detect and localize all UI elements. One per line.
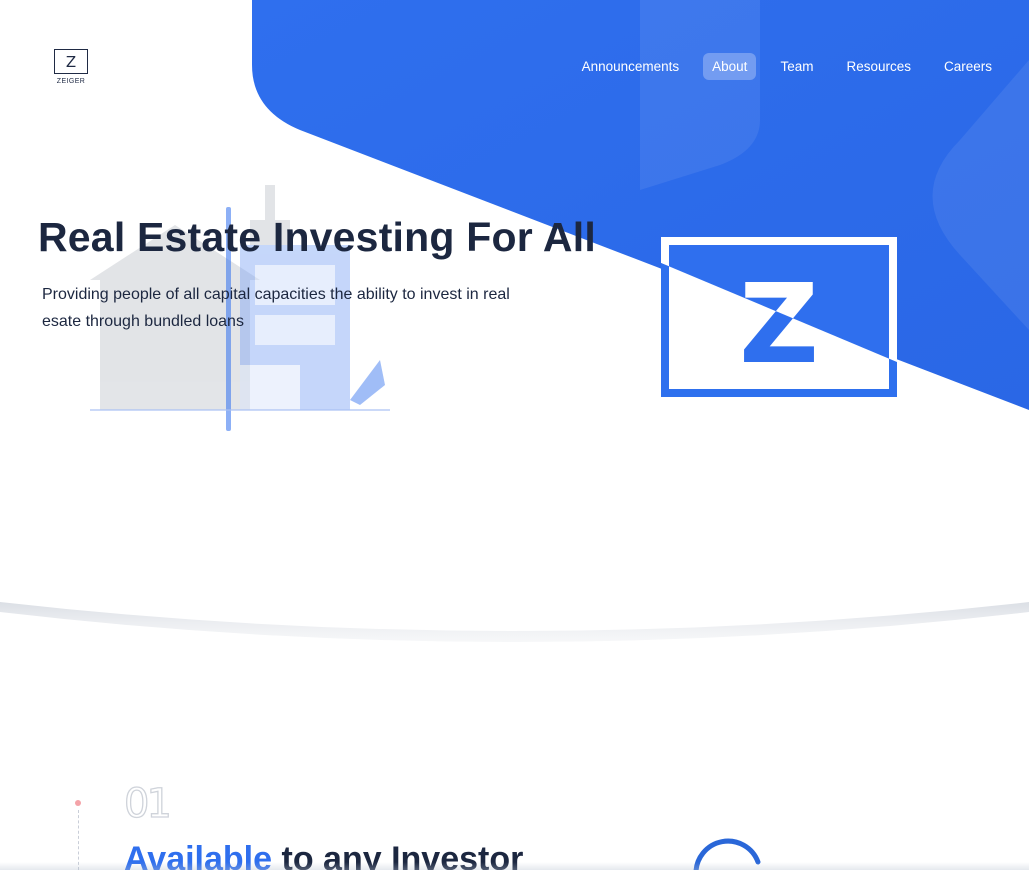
zeiger-logo-icon: Z xyxy=(54,49,88,74)
nav-item-team[interactable]: Team xyxy=(771,53,822,80)
nav-item-about[interactable]: About xyxy=(703,53,757,80)
timeline-line xyxy=(78,810,79,870)
nav-item-resources[interactable]: Resources xyxy=(837,53,920,80)
nav-item-careers[interactable]: Careers xyxy=(935,53,1001,80)
section-number: 01 xyxy=(123,780,172,827)
zeiger-logo[interactable]: Z ZEIGER xyxy=(54,49,90,85)
bottom-fade xyxy=(0,862,1029,870)
timeline-dot xyxy=(75,800,81,806)
hero-title: Real Estate Investing For All xyxy=(38,214,596,260)
main-nav: Announcements About Team Resources Caree… xyxy=(558,53,1001,80)
nav-item-announcements[interactable]: Announcements xyxy=(573,53,689,80)
logo-name: ZEIGER xyxy=(56,78,86,85)
z-emblem-icon: Z Z xyxy=(661,237,897,397)
page: Z ZEIGER Announcements About Team Resour… xyxy=(0,0,1029,870)
section-curve-divider xyxy=(0,602,1029,680)
hero-subtitle: Providing people of all capital capaciti… xyxy=(42,286,510,330)
